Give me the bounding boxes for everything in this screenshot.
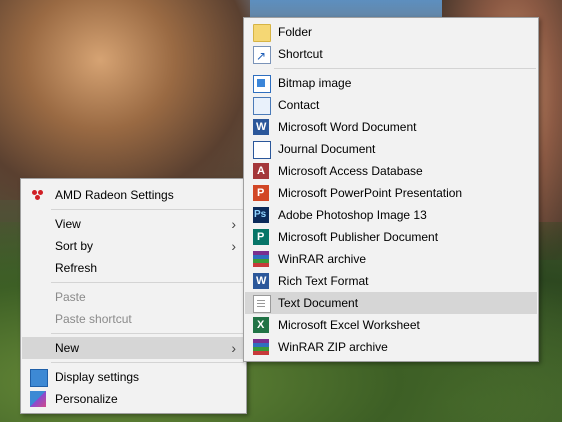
personalize-icon	[30, 391, 46, 407]
bitmap-icon	[253, 75, 271, 93]
access-icon	[253, 160, 269, 182]
new-item-photoshop-image[interactable]: Adobe Photoshop Image 13	[245, 204, 537, 226]
menu-item-label: Refresh	[55, 261, 98, 275]
new-item-word-document[interactable]: Microsoft Word Document	[245, 116, 537, 138]
menu-separator	[51, 282, 244, 283]
menu-item-label: Contact	[278, 98, 320, 112]
menu-item-label: Bitmap image	[278, 76, 352, 90]
word-icon	[253, 116, 269, 138]
menu-item-personalize[interactable]: Personalize	[22, 388, 245, 410]
publisher-icon	[253, 226, 269, 248]
menu-item-label: Sort by	[55, 239, 94, 253]
winrar-zip-icon	[253, 339, 269, 355]
excel-icon	[253, 314, 269, 336]
menu-item-label: View	[55, 217, 81, 231]
menu-item-label: Microsoft PowerPoint Presentation	[278, 186, 463, 200]
chevron-right-icon: ›	[231, 216, 236, 232]
menu-item-label: Microsoft Access Database	[278, 164, 423, 178]
new-item-contact[interactable]: Contact	[245, 94, 537, 116]
new-item-access-database[interactable]: Microsoft Access Database	[245, 160, 537, 182]
desktop-context-menu: AMD Radeon Settings View › Sort by › Ref…	[20, 178, 247, 414]
menu-item-label: WinRAR archive	[278, 252, 367, 266]
new-item-journal-document[interactable]: Journal Document	[245, 138, 537, 160]
journal-icon	[253, 141, 271, 159]
menu-item-label: Microsoft Word Document	[278, 120, 417, 134]
menu-item-label: Personalize	[55, 392, 118, 406]
photoshop-icon	[253, 204, 269, 226]
new-item-bitmap-image[interactable]: Bitmap image	[245, 72, 537, 94]
new-item-shortcut[interactable]: Shortcut	[245, 43, 537, 67]
menu-item-label: AMD Radeon Settings	[55, 188, 174, 202]
menu-item-paste-shortcut[interactable]: Paste shortcut	[22, 308, 245, 330]
canyon-cliff-left	[0, 0, 250, 200]
chevron-right-icon: ›	[231, 238, 236, 254]
menu-item-label: Rich Text Format	[278, 274, 369, 288]
new-item-folder[interactable]: Folder	[245, 21, 537, 43]
menu-separator	[274, 68, 536, 69]
chevron-right-icon: ›	[231, 340, 236, 356]
new-item-powerpoint-presentation[interactable]: Microsoft PowerPoint Presentation	[245, 182, 537, 204]
menu-item-label: Display settings	[55, 370, 140, 384]
new-submenu: Folder Shortcut Bitmap image Contact Mic…	[243, 17, 539, 362]
menu-item-sort-by[interactable]: Sort by ›	[22, 235, 245, 257]
winrar-icon	[253, 251, 269, 267]
menu-item-label: Paste shortcut	[55, 312, 132, 326]
menu-separator	[51, 209, 244, 210]
shortcut-icon	[253, 45, 271, 67]
menu-item-label: Text Document	[278, 296, 359, 310]
text-document-icon	[253, 295, 271, 313]
powerpoint-icon	[253, 182, 269, 204]
menu-item-label: Folder	[278, 25, 313, 39]
menu-item-display-settings[interactable]: Display settings	[22, 366, 245, 388]
amd-icon	[30, 187, 46, 203]
contact-icon	[253, 97, 271, 115]
menu-item-label: Journal Document	[278, 142, 376, 156]
menu-item-amd-radeon-settings[interactable]: AMD Radeon Settings	[22, 184, 245, 206]
new-item-publisher-document[interactable]: Microsoft Publisher Document	[245, 226, 537, 248]
menu-item-label: New	[55, 341, 80, 355]
folder-icon	[253, 24, 271, 42]
menu-item-paste[interactable]: Paste	[22, 286, 245, 308]
menu-item-refresh[interactable]: Refresh	[22, 257, 245, 279]
new-item-winrar-zip-archive[interactable]: WinRAR ZIP archive	[245, 336, 537, 358]
menu-item-label: Adobe Photoshop Image 13	[278, 208, 427, 222]
menu-item-label: Microsoft Excel Worksheet	[278, 318, 420, 332]
rtf-icon	[253, 270, 269, 292]
new-item-text-document[interactable]: Text Document	[245, 292, 537, 314]
menu-item-new[interactable]: New ›	[22, 337, 245, 359]
new-item-excel-worksheet[interactable]: Microsoft Excel Worksheet	[245, 314, 537, 336]
menu-item-view[interactable]: View ›	[22, 213, 245, 235]
display-icon	[30, 369, 48, 387]
menu-item-label: WinRAR ZIP archive	[278, 340, 388, 354]
new-item-winrar-archive[interactable]: WinRAR archive	[245, 248, 537, 270]
menu-item-label: Shortcut	[278, 47, 323, 61]
menu-item-label: Paste	[55, 290, 86, 304]
new-item-rich-text-format[interactable]: Rich Text Format	[245, 270, 537, 292]
menu-item-label: Microsoft Publisher Document	[278, 230, 439, 244]
menu-separator	[51, 333, 244, 334]
menu-separator	[51, 362, 244, 363]
